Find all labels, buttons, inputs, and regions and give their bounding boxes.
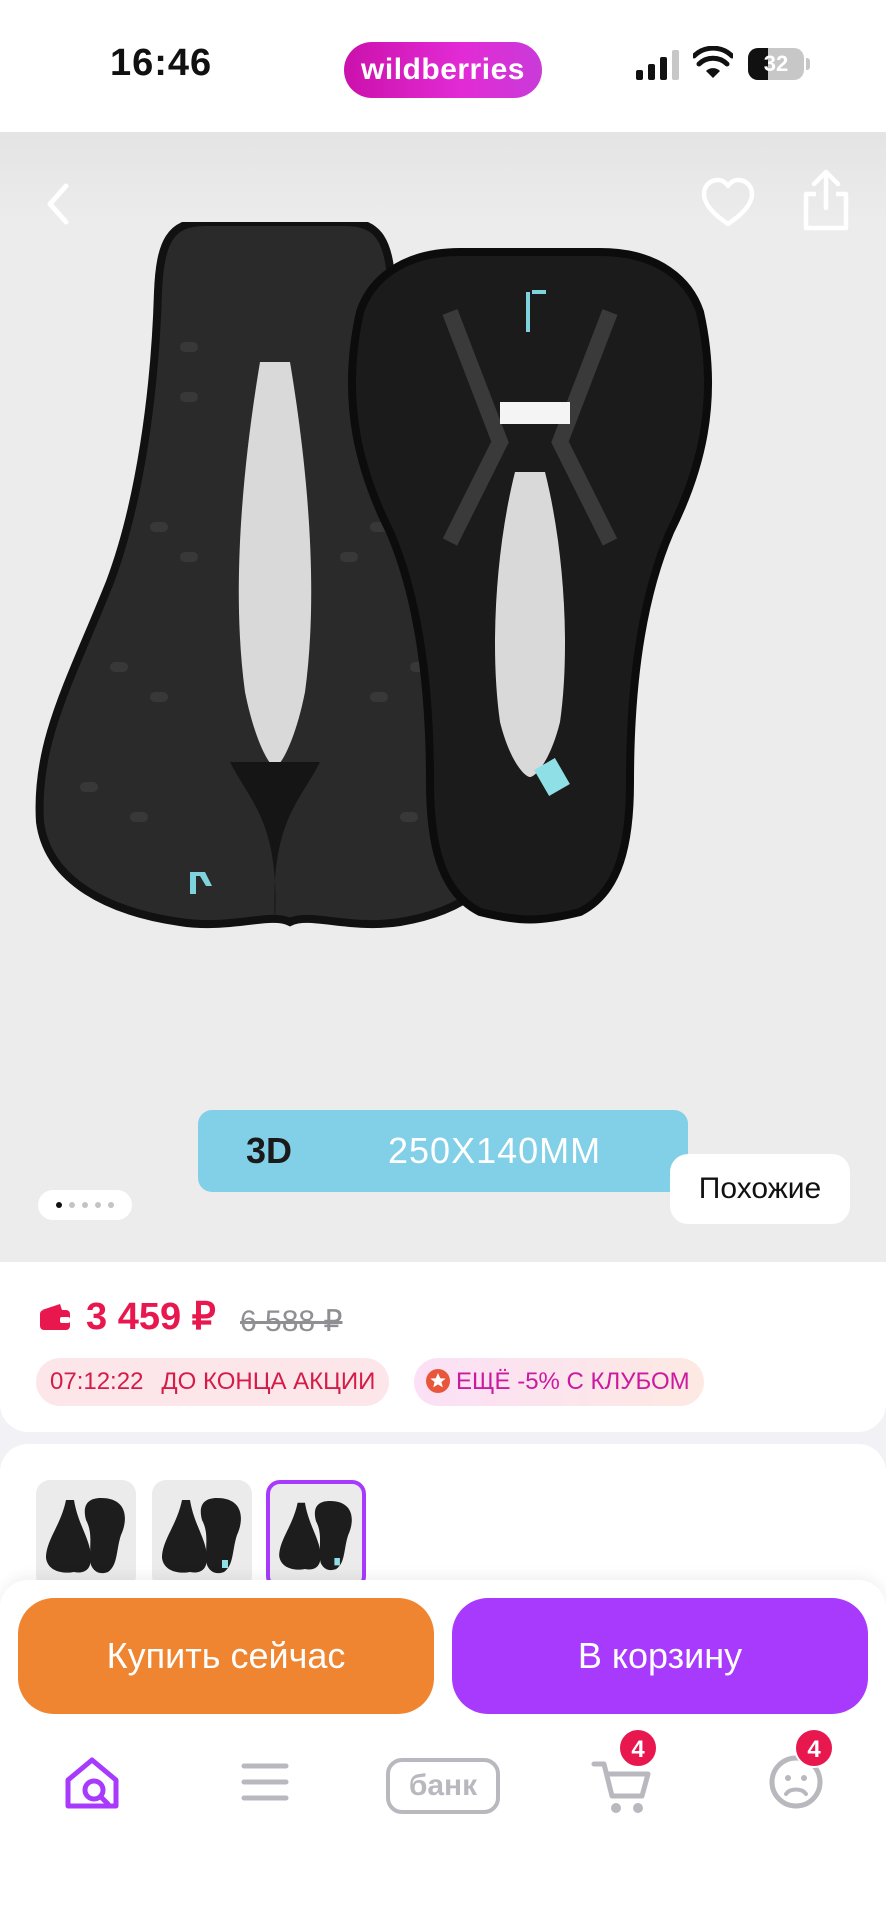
back-icon[interactable] xyxy=(36,174,80,234)
pagination-dot xyxy=(56,1202,62,1208)
product-image[interactable] xyxy=(30,222,860,1202)
status-time: 16:46 xyxy=(110,42,213,84)
brand-logo: wildberries xyxy=(344,42,542,98)
tab-bank[interactable]: банк xyxy=(386,1750,500,1830)
cart-count-badge: 4 xyxy=(618,1728,658,1768)
buy-now-button[interactable]: Купить сейчас xyxy=(18,1598,434,1714)
battery-icon: 32 xyxy=(748,48,810,80)
tab-catalog[interactable] xyxy=(240,1750,290,1830)
heart-icon[interactable] xyxy=(700,176,756,232)
pagination-dot xyxy=(69,1202,75,1208)
profile-notification-badge: 4 xyxy=(794,1728,834,1768)
pagination-dot xyxy=(82,1202,88,1208)
spec-mode: 3D xyxy=(246,1130,293,1171)
club-discount-text: ЕЩЁ -5% С КЛУБОМ xyxy=(456,1368,690,1395)
spec-size: 250X140MM xyxy=(388,1130,602,1171)
menu-icon xyxy=(241,1763,289,1801)
current-price: 3 459 ₽ xyxy=(86,1296,216,1338)
promo-timer-label: ДО КОНЦА АКЦИИ xyxy=(161,1368,376,1395)
add-to-cart-button[interactable]: В корзину xyxy=(452,1598,868,1714)
tab-profile[interactable]: 4 xyxy=(764,1728,834,1830)
variant-thumbnail[interactable] xyxy=(152,1480,252,1590)
pagination-dot xyxy=(108,1202,114,1208)
old-price: 6 588 ₽ xyxy=(240,1305,343,1338)
share-icon[interactable] xyxy=(800,168,852,232)
tab-cart[interactable]: 4 xyxy=(590,1728,658,1830)
tab-home[interactable] xyxy=(60,1750,124,1830)
wallet-icon xyxy=(40,1304,70,1330)
variant-thumbnail-selected[interactable] xyxy=(266,1480,366,1590)
spec-banner: 3D 250X140MM xyxy=(198,1110,688,1192)
gallery-pagination xyxy=(38,1190,132,1220)
pagination-dot xyxy=(95,1202,101,1208)
cellular-signal-icon xyxy=(636,50,679,80)
similar-products-button[interactable]: Похожие xyxy=(670,1154,850,1224)
promo-timer: 07:12:22 xyxy=(50,1368,144,1395)
price-card: 3 459 ₽ 6 588 ₽ 07:12:22 ДО КОНЦА АКЦИИ Е… xyxy=(0,1262,886,1432)
wifi-icon xyxy=(693,46,733,78)
bank-label: банк xyxy=(386,1758,500,1814)
promo-timer-badge: 07:12:22 ДО КОНЦА АКЦИИ xyxy=(36,1358,390,1406)
club-discount-badge[interactable]: ЕЩЁ -5% С КЛУБОМ xyxy=(414,1358,704,1406)
product-gallery[interactable]: 3D 250X140MM Похожие xyxy=(0,132,886,1262)
status-bar: 16:46 wildberries 32 xyxy=(0,0,886,132)
battery-level: 32 xyxy=(763,51,789,76)
action-panel: Купить сейчас В корзину банк 4 4 xyxy=(0,1580,886,1920)
home-search-icon xyxy=(65,1757,119,1809)
variant-thumbnail[interactable] xyxy=(36,1480,136,1590)
club-star-icon xyxy=(426,1369,450,1393)
